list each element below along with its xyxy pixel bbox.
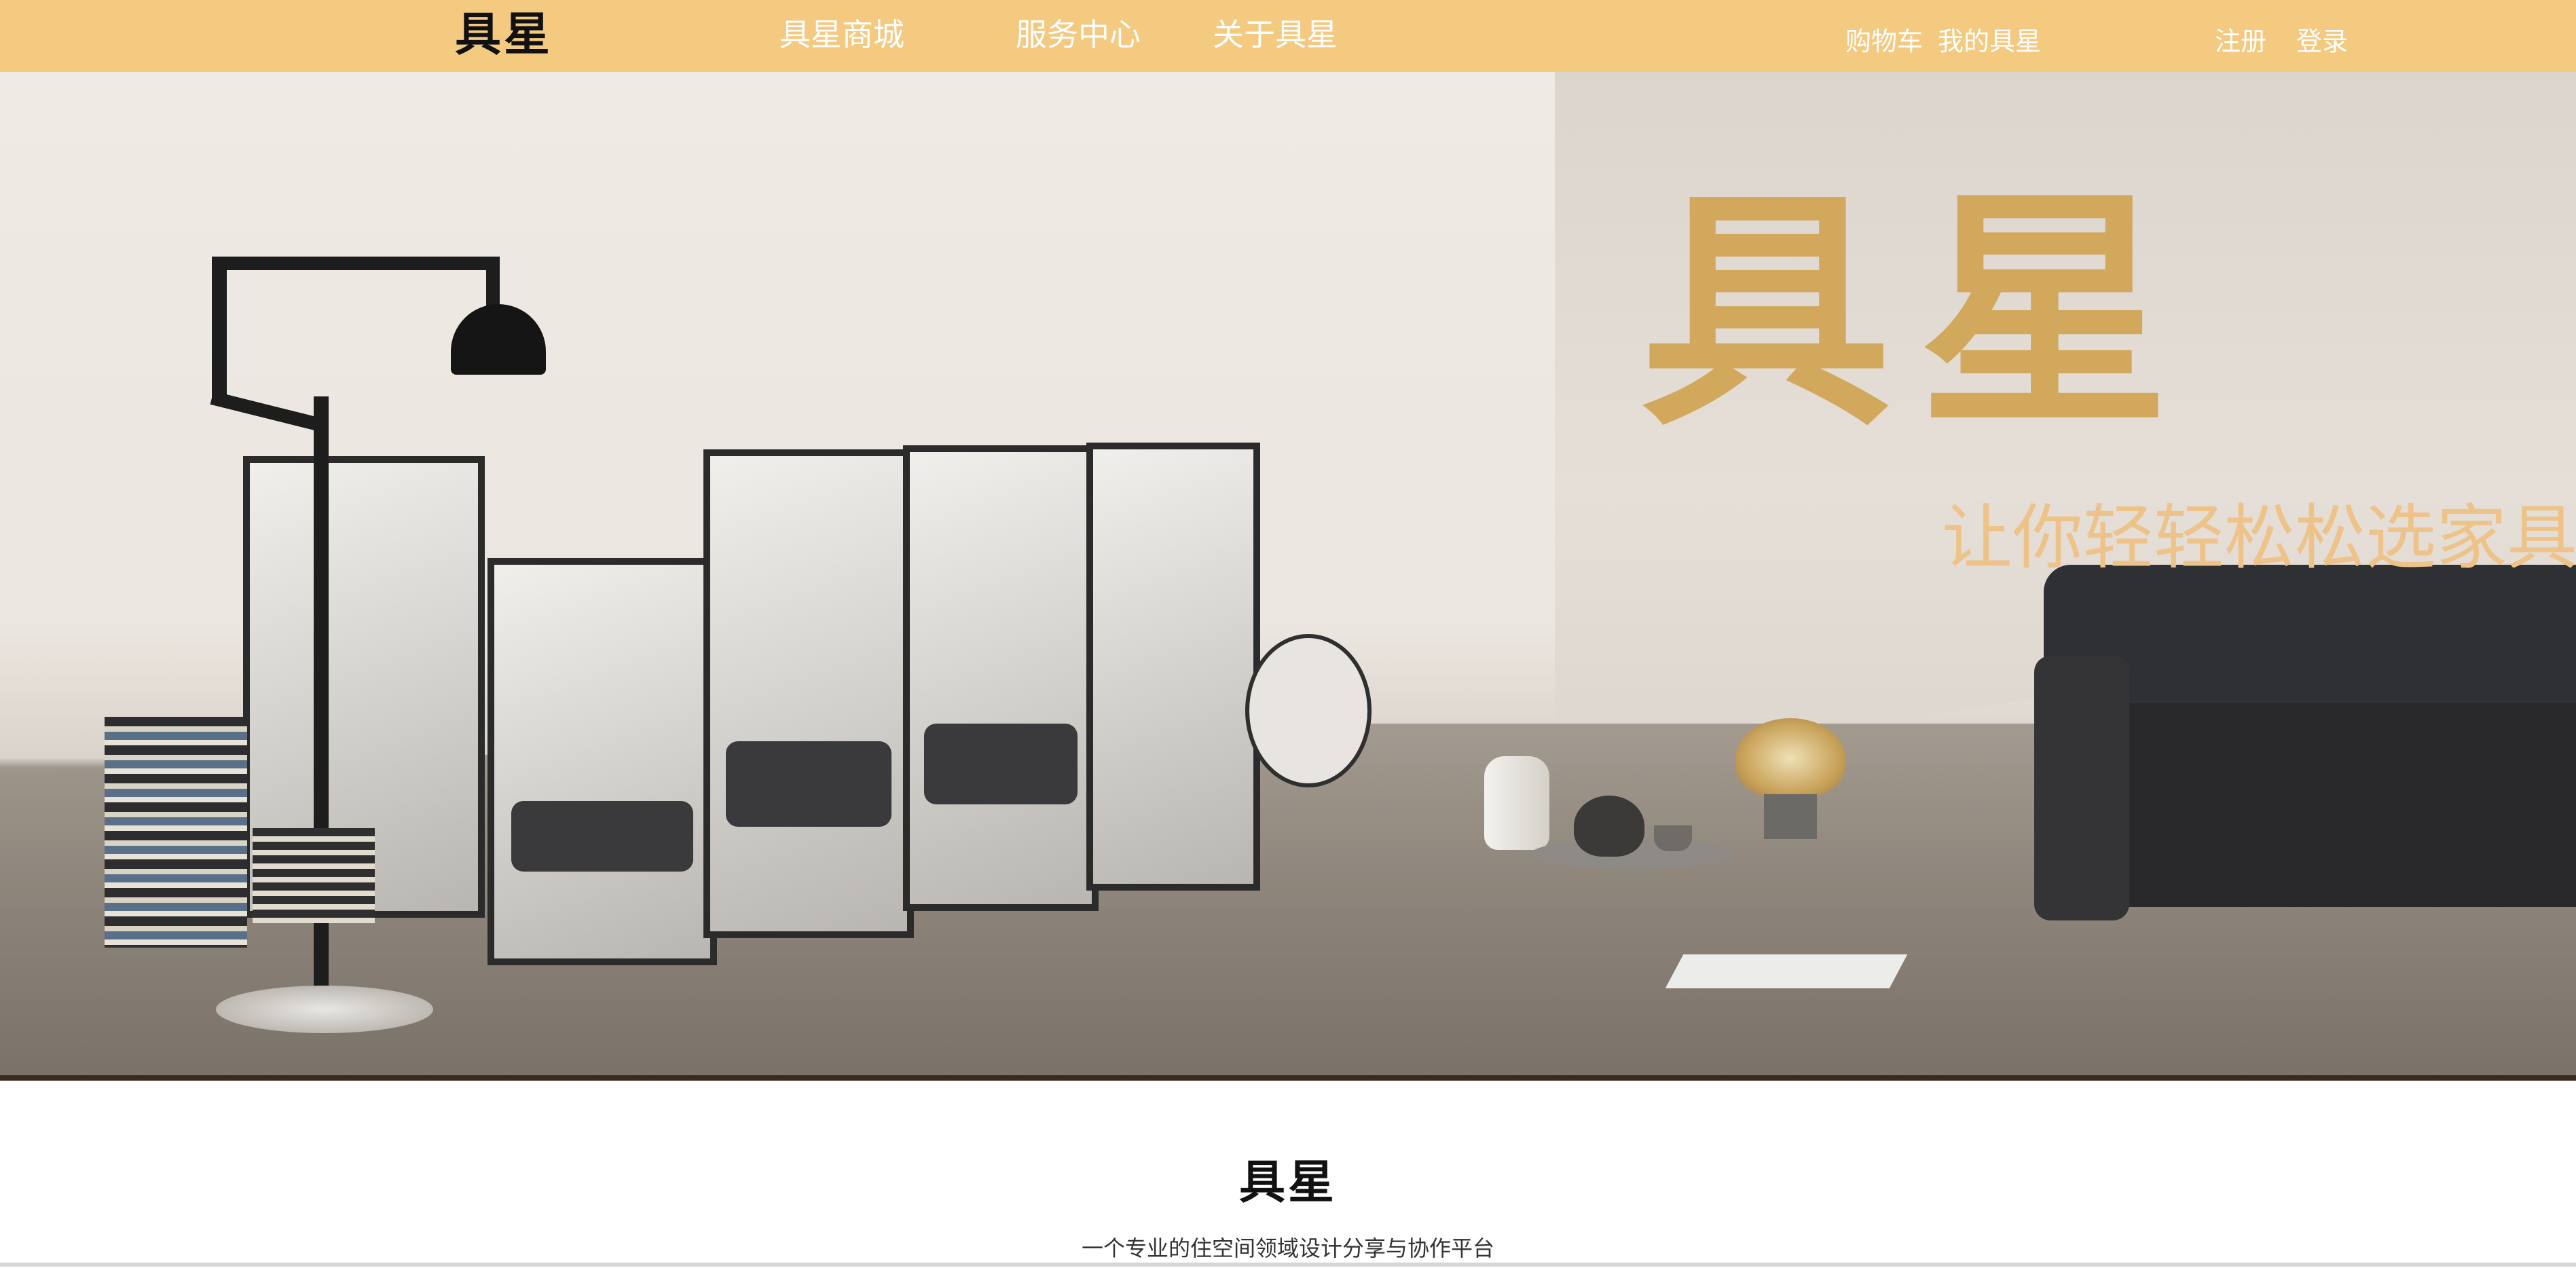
hero-bottom-edge bbox=[0, 1075, 2576, 1081]
book-stack bbox=[105, 717, 247, 948]
page: 具星 具星商城 服务中心 关于具星 购物车 我的具星 注册 登录 具星 让你轻轻… bbox=[0, 0, 2576, 1268]
gold-table-lamp bbox=[1735, 718, 1845, 798]
nav-link-mall[interactable]: 具星商城 bbox=[779, 12, 904, 57]
intro-tagline: 一个专业的住空间领域设计分享与协作平台 bbox=[1081, 1235, 1494, 1261]
top-navbar: 具星 具星商城 服务中心 关于具星 购物车 我的具星 注册 登录 bbox=[0, 0, 2576, 72]
my-account-link[interactable]: 我的具星 bbox=[1938, 23, 2041, 60]
round-mirror bbox=[1245, 634, 1372, 787]
gold-lamp-base bbox=[1764, 794, 1817, 839]
divider bbox=[0, 1263, 2576, 1267]
sofa-arm bbox=[2034, 656, 2129, 920]
nav-link-service[interactable]: 服务中心 bbox=[1016, 12, 1141, 57]
magazine bbox=[1665, 954, 1908, 988]
intro-logo: 具星 bbox=[1238, 1155, 1337, 1210]
hero-slogan: 让你轻轻松松选家具 bbox=[1942, 496, 2576, 579]
mirror-3 bbox=[703, 449, 914, 938]
nav-link-about[interactable]: 关于具星 bbox=[1213, 12, 1338, 57]
mirror-reflection-sofa bbox=[511, 801, 693, 872]
login-link[interactable]: 登录 bbox=[2296, 23, 2348, 60]
nav-logo[interactable]: 具星 bbox=[455, 4, 553, 65]
lamp-shade bbox=[451, 304, 546, 375]
lamp-arm-vertical bbox=[212, 269, 227, 398]
mirror-reflection-sofa bbox=[924, 723, 1078, 805]
lamp-arm-joint bbox=[210, 391, 326, 432]
teapot bbox=[1574, 796, 1644, 857]
mirror-reflection-sofa bbox=[726, 741, 891, 827]
cart-link[interactable]: 购物车 bbox=[1845, 23, 1923, 60]
hero-banner: 具星 让你轻轻松松选家具 bbox=[0, 72, 2576, 1081]
register-link[interactable]: 注册 bbox=[2215, 23, 2266, 60]
lamp-arm-horizontal bbox=[212, 257, 497, 270]
cup bbox=[1654, 825, 1692, 851]
lamp-base bbox=[216, 986, 433, 1033]
mirror-4 bbox=[903, 445, 1099, 911]
mirror-5 bbox=[1086, 443, 1260, 891]
white-vase bbox=[1484, 756, 1549, 850]
mirror-2 bbox=[487, 558, 717, 965]
hero-title: 具星 bbox=[1640, 165, 2197, 460]
lamp-neck bbox=[486, 257, 500, 311]
book-stack-small bbox=[253, 828, 375, 923]
